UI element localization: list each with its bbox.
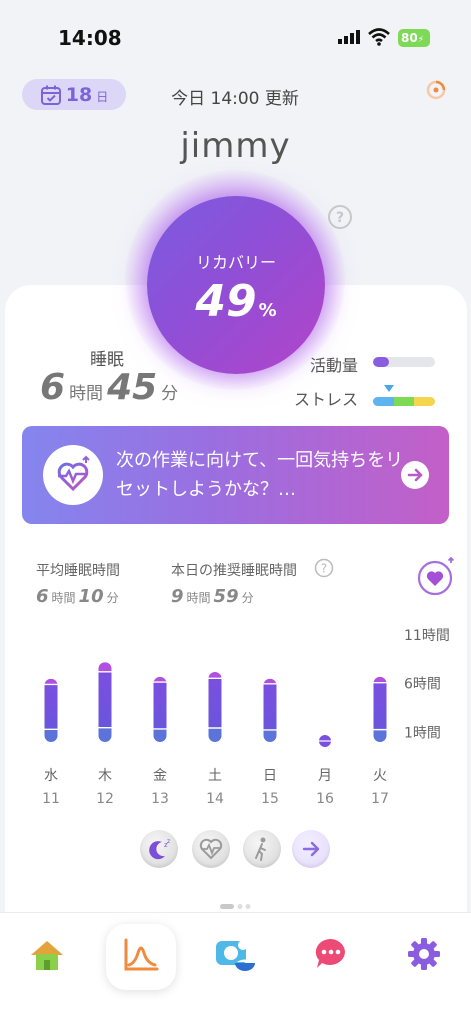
x-day-label: 水 — [44, 768, 58, 784]
suggestion-text: 次の作業に向けて、一回気持ちをリセットしようかな？… — [116, 450, 404, 500]
update-timestamp: 今日 14:00 更新 — [171, 89, 299, 109]
recovery-label: リカバリー — [195, 253, 276, 272]
stress-label: ストレス — [294, 390, 359, 409]
sleep-bar-light — [373, 676, 387, 683]
y-tick-label: 1時間 — [404, 725, 441, 741]
sleep-bar-rem — [98, 671, 112, 728]
avg-sleep-label: 平均睡眠時間 — [36, 563, 120, 579]
sleep-chart: 11時間 6時間 1時間 水 11 木 12 金 13 土 14 日 15 月 16 火 17 — [42, 628, 450, 807]
suggestion-banner[interactable]: 次の作業に向けて、一回気持ちをリセットしようかな？… — [22, 426, 449, 524]
sleep-bar-light — [263, 678, 277, 684]
activity-label: 活動量 — [310, 356, 359, 375]
sleep-bar-rem — [153, 682, 167, 729]
chat-bubble-icon[interactable] — [312, 935, 350, 973]
sleep-bar-light — [44, 678, 58, 685]
x-day-label: 金 — [153, 768, 167, 784]
sleep-bar[interactable] — [208, 671, 222, 742]
recovery-score-orb[interactable]: リカバリー 49% — [147, 196, 325, 374]
calendar-check-icon — [40, 85, 61, 105]
date-chip[interactable]: 18 日 — [22, 79, 126, 110]
sleep-bar-light — [98, 662, 112, 672]
x-date-label: 15 — [261, 791, 279, 807]
gear-icon[interactable] — [405, 935, 443, 973]
sleep-bar[interactable] — [98, 662, 112, 742]
sleep-bar-light — [208, 671, 222, 679]
sleep-duration: 6 時間 45 分 — [40, 367, 179, 408]
battery-indicator: 80⚡ — [398, 29, 430, 47]
stress-segment-high — [414, 397, 435, 406]
stress-marker — [383, 385, 394, 392]
x-day-label: 木 — [98, 768, 112, 784]
sleep-bar-rem — [208, 678, 222, 728]
sleep-bar-deep — [44, 729, 58, 742]
sleep-bar-deep — [208, 727, 222, 742]
date-number: 18 — [65, 83, 93, 106]
heartbeat-icon — [199, 838, 223, 860]
walking-mode-button[interactable] — [243, 830, 281, 868]
recovery-value: 49% — [195, 276, 277, 327]
sleep-bar-deep — [98, 727, 112, 742]
sleep-bar[interactable] — [319, 735, 331, 747]
x-date-label: 14 — [206, 791, 224, 807]
camera-bowl-icon[interactable] — [213, 935, 257, 975]
heart-mode-button[interactable] — [192, 830, 230, 868]
sleep-mode-button[interactable]: z z — [140, 830, 178, 868]
svg-text:?: ? — [321, 562, 327, 576]
sleep-bar[interactable] — [153, 676, 167, 742]
x-date-label: 12 — [96, 791, 114, 807]
x-date-label: 13 — [151, 791, 169, 807]
sync-icon[interactable] — [425, 79, 447, 101]
help-icon[interactable]: ? — [314, 558, 334, 578]
sleep-bar-deep — [373, 729, 387, 742]
x-day-label: 土 — [208, 768, 222, 784]
stress-segment-mid — [393, 397, 415, 406]
x-date-label: 17 — [371, 791, 389, 807]
heart-health-button[interactable] — [416, 557, 456, 597]
stress-segment-low — [373, 397, 394, 406]
sleep-bar-rem — [263, 683, 277, 730]
recommended-sleep-label: 本日の推奨睡眠時間 — [171, 563, 297, 579]
heartbeat-icon — [57, 455, 90, 492]
sleep-bar[interactable] — [44, 678, 58, 742]
date-unit: 日 — [96, 90, 109, 104]
y-tick-label: 11時間 — [404, 628, 450, 644]
sleep-bar-deep — [263, 729, 277, 742]
recommended-sleep-value: 9 時間 59 分 — [171, 586, 254, 607]
x-day-label: 火 — [373, 768, 387, 784]
home-icon[interactable] — [27, 935, 67, 975]
heart-monitor-badge — [43, 445, 103, 505]
trend-chart-icon[interactable] — [121, 935, 161, 975]
svg-text:z: z — [167, 838, 170, 845]
y-tick-label: 6時間 — [404, 677, 441, 693]
sleep-bar-rem — [44, 684, 58, 730]
activity-bar — [373, 357, 435, 367]
sleep-bar[interactable] — [263, 678, 277, 742]
stress-bar — [373, 397, 435, 406]
x-date-label: 11 — [42, 791, 60, 807]
sleep-bar-deep — [153, 728, 167, 742]
banner-arrow-button[interactable] — [401, 461, 429, 489]
avg-sleep-value: 6 時間 10 分 — [36, 586, 119, 607]
sleep-bar-light — [153, 676, 167, 683]
cellular-signal-icon — [338, 30, 360, 44]
wifi-icon — [368, 28, 390, 46]
activity-bar-fill — [373, 357, 389, 367]
walking-person-icon — [255, 837, 266, 861]
page-indicator — [220, 904, 251, 909]
next-button[interactable] — [292, 830, 330, 868]
sleep-bar[interactable] — [373, 676, 387, 742]
status-time: 14:08 — [58, 26, 122, 50]
sleep-bar-rem — [373, 682, 387, 730]
x-date-label: 16 — [316, 791, 334, 807]
arrow-right-icon — [302, 841, 320, 857]
arrow-right-icon — [407, 468, 423, 482]
svg-text:?: ? — [336, 210, 344, 226]
moon-sleep-icon: z z — [149, 838, 170, 860]
user-name: jimmy — [180, 126, 291, 166]
x-day-label: 日 — [263, 768, 277, 784]
x-day-label: 月 — [318, 768, 332, 784]
